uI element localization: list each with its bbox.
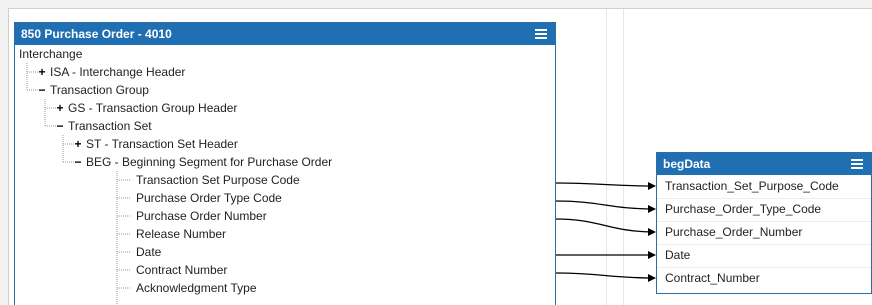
collapse-icon[interactable]: − bbox=[73, 153, 83, 171]
tree-node-label: Purchase Order Number bbox=[136, 209, 267, 223]
target-field-label: Transaction_Set_Purpose_Code bbox=[665, 179, 839, 193]
tree-leaf-transaction-set-purpose-code[interactable]: Transaction Set Purpose Code bbox=[136, 171, 300, 189]
hamburger-menu-icon[interactable] bbox=[851, 159, 863, 169]
tree-node-gs[interactable]: + GS - Transaction Group Header bbox=[55, 99, 237, 117]
tree-node-label: Transaction Group bbox=[50, 83, 149, 97]
tree-node-label: GS - Transaction Group Header bbox=[68, 101, 238, 115]
tree-node-label: ST - Transaction Set Header bbox=[86, 137, 238, 151]
expand-icon[interactable]: + bbox=[73, 135, 83, 153]
tree-node-label: Purchase Order Type Code bbox=[136, 191, 282, 205]
canvas-gridline bbox=[606, 9, 607, 305]
tree-node-transaction-set[interactable]: − Transaction Set bbox=[55, 117, 152, 135]
tree-node-transaction-group[interactable]: − Transaction Group bbox=[37, 81, 149, 99]
tree-node-beg[interactable]: − BEG - Beginning Segment for Purchase Or… bbox=[73, 153, 332, 171]
canvas-gridline bbox=[623, 9, 624, 305]
tree-node-st[interactable]: + ST - Transaction Set Header bbox=[73, 135, 238, 153]
target-field-date[interactable]: Date bbox=[657, 244, 871, 268]
tree-leaf-date[interactable]: Date bbox=[136, 243, 161, 261]
target-panel-header: begData bbox=[657, 153, 871, 175]
target-field-purchase-order-number[interactable]: Purchase_Order_Number bbox=[657, 221, 871, 245]
target-panel-title: begData bbox=[663, 157, 711, 171]
collapse-icon[interactable]: − bbox=[55, 117, 65, 135]
tree-leaf-purchase-order-type-code[interactable]: Purchase Order Type Code bbox=[136, 189, 282, 207]
tree-node-label: Acknowledgment Type bbox=[136, 281, 257, 295]
tree-node-label: ISA - Interchange Header bbox=[50, 65, 186, 79]
source-schema-panel: 850 Purchase Order - 4010 Interchange + I… bbox=[14, 22, 556, 305]
tree-leaf-purchase-order-number[interactable]: Purchase Order Number bbox=[136, 207, 267, 225]
tree-leaf-release-number[interactable]: Release Number bbox=[136, 225, 226, 243]
target-field-purchase-order-type-code[interactable]: Purchase_Order_Type_Code bbox=[657, 198, 871, 222]
tree-node-label: Transaction Set Purpose Code bbox=[136, 173, 300, 187]
tree-node-label: Date bbox=[136, 245, 162, 259]
target-field-label: Purchase_Order_Number bbox=[665, 225, 803, 239]
tree-node-label: BEG - Beginning Segment for Purchase Ord… bbox=[86, 155, 333, 169]
target-field-transaction-set-purpose-code[interactable]: Transaction_Set_Purpose_Code bbox=[657, 175, 871, 199]
tree-node-label: Release Number bbox=[136, 227, 227, 241]
source-panel-title: 850 Purchase Order - 4010 bbox=[21, 27, 172, 41]
target-field-list: Transaction_Set_Purpose_Code Purchase_Or… bbox=[657, 175, 871, 293]
tree-node-interchange[interactable]: Interchange bbox=[19, 45, 82, 63]
target-field-label: Contract_Number bbox=[665, 271, 760, 285]
expand-icon[interactable]: + bbox=[55, 99, 65, 117]
collapse-icon[interactable]: − bbox=[37, 81, 47, 99]
tree-node-label: Transaction Set bbox=[68, 119, 152, 133]
hamburger-menu-icon[interactable] bbox=[535, 29, 547, 39]
tree-node-label: Contract Number bbox=[136, 263, 228, 277]
target-field-label: Purchase_Order_Type_Code bbox=[665, 202, 822, 216]
target-field-contract-number[interactable]: Contract_Number bbox=[657, 267, 871, 290]
tree-node-label: Interchange bbox=[19, 47, 83, 61]
expand-icon[interactable]: + bbox=[37, 63, 47, 81]
tree-leaf-contract-number[interactable]: Contract Number bbox=[136, 261, 227, 279]
tree-leaf-acknowledgment-type[interactable]: Acknowledgment Type bbox=[136, 279, 257, 297]
target-schema-panel: begData Transaction_Set_Purpose_Code Pur… bbox=[656, 152, 872, 294]
target-field-label: Date bbox=[665, 248, 691, 262]
source-panel-header: 850 Purchase Order - 4010 bbox=[15, 23, 555, 45]
tree-node-isa[interactable]: + ISA - Interchange Header bbox=[37, 63, 185, 81]
